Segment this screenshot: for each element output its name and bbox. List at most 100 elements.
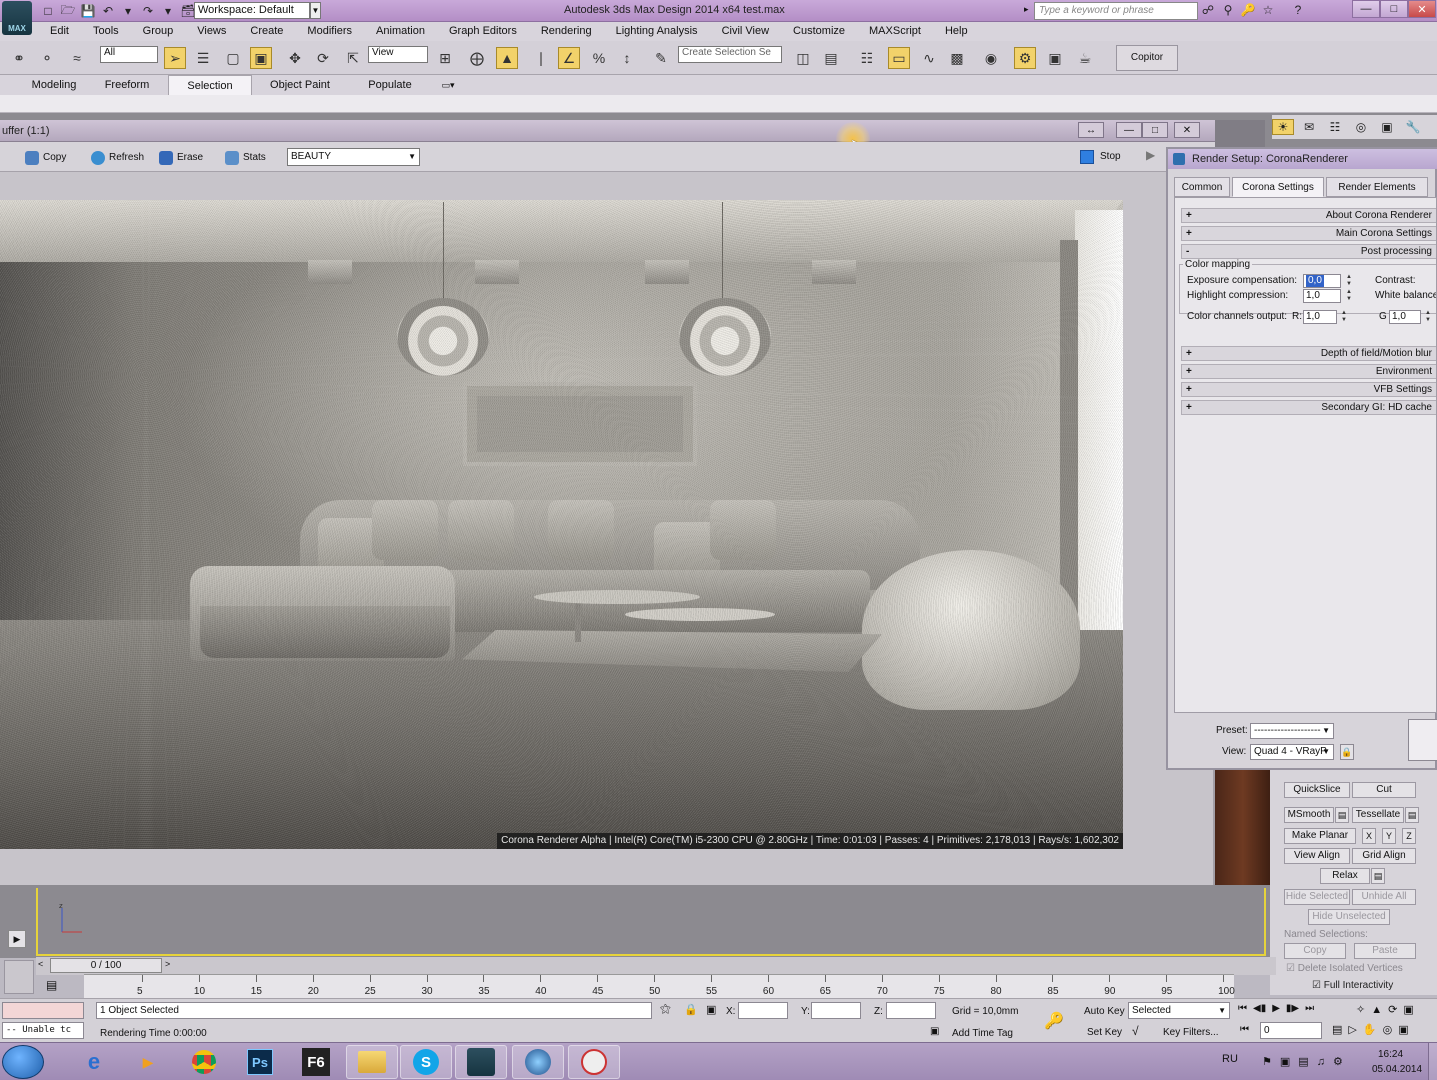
angle-snap-icon[interactable]: ∠ [558, 47, 580, 69]
unlink-icon[interactable]: ⚬ [36, 47, 58, 69]
taskbar-clock-app[interactable] [568, 1045, 620, 1079]
application-menu-button[interactable]: MAX [2, 1, 32, 35]
tab-common[interactable]: Common [1174, 177, 1230, 197]
modify-tab-icon[interactable]: ✉ [1298, 119, 1320, 135]
stats-button[interactable]: Stats [222, 148, 273, 166]
spinner-arrows-icon[interactable]: ▲ ▼ [1424, 310, 1432, 324]
antivirus-icon[interactable]: ⚙ [1333, 1055, 1343, 1068]
select-by-name-icon[interactable]: ☰ [192, 47, 214, 69]
ribbon-options-icon[interactable]: ▭▾ [436, 75, 460, 95]
rollout-post-processing[interactable]: - Post processing [1181, 244, 1436, 259]
undo-icon[interactable]: ↶ [100, 3, 116, 19]
render-button[interactable] [1408, 719, 1437, 761]
menu-lighting-analysis[interactable]: Lighting Analysis [604, 22, 710, 41]
rollout-depth-of-field[interactable]: + Depth of field/Motion blur [1181, 346, 1436, 361]
menu-modifiers[interactable]: Modifiers [295, 22, 364, 41]
current-frame-input[interactable]: 0 [1260, 1022, 1322, 1039]
relax-button[interactable]: Relax [1320, 868, 1370, 884]
toggle-ribbon-icon[interactable]: ▭ [888, 47, 910, 69]
rotate-icon[interactable]: ⟳ [312, 47, 334, 69]
time-tag-icon[interactable]: ▣ [930, 1026, 939, 1037]
highlight-input[interactable]: 1,0 [1303, 289, 1341, 303]
next-frame-icon[interactable]: ▮▶ [1286, 1003, 1299, 1014]
menu-group[interactable]: Group [131, 22, 186, 41]
open-file-icon[interactable]: 🗁 [60, 3, 76, 19]
rollout-main-corona-settings[interactable]: + Main Corona Settings [1181, 226, 1436, 241]
copy-button[interactable]: Copy [22, 148, 73, 166]
menu-edit[interactable]: Edit [38, 22, 81, 41]
key-mode-dropdown[interactable]: Selected ▼ [1128, 1002, 1230, 1019]
chevron-down-icon[interactable]: ▾ [120, 3, 136, 19]
render-setup-icon[interactable]: ⚙ [1014, 47, 1036, 69]
move-icon[interactable]: ✥ [284, 47, 306, 69]
refresh-button[interactable]: Refresh [88, 148, 151, 166]
mirror-icon[interactable]: ◫ [792, 47, 814, 69]
pan-icon[interactable]: ✋ [1363, 1023, 1377, 1036]
spinner-arrows-icon[interactable]: ▲ ▼ [1345, 289, 1353, 303]
delete-isolated-checkbox[interactable]: ☑ Delete Isolated Vertices [1286, 963, 1403, 974]
taskbar-internet-explorer[interactable]: e [68, 1045, 120, 1079]
link-icon[interactable]: ⚭ [8, 47, 30, 69]
menu-maxscript[interactable]: MAXScript [857, 22, 933, 41]
workspace-dropdown[interactable]: Workspace: Default [194, 2, 310, 19]
percent-snap-icon[interactable]: % [588, 47, 610, 69]
snaps-toggle-icon[interactable]: ∣ [530, 47, 552, 69]
rectangular-selection-icon[interactable]: ▢ [222, 47, 244, 69]
network-icon[interactable]: ▤ [1298, 1055, 1308, 1068]
minimize-button[interactable]: — [1352, 0, 1380, 18]
rendered-frame-window-icon[interactable]: ▣ [1044, 47, 1066, 69]
previous-frame-icon[interactable]: ◀▮ [1253, 1003, 1266, 1014]
chevron-right-icon[interactable]: ▸ [1024, 4, 1029, 15]
view-align-button[interactable]: View Align [1284, 848, 1350, 864]
spinner-arrows-icon[interactable]: ▲ ▼ [1340, 310, 1348, 324]
maximize-button[interactable]: □ [1380, 0, 1408, 18]
frame-buffer-close-button[interactable]: ✕ [1174, 122, 1200, 138]
edit-named-selection-icon[interactable]: ✎ [650, 47, 672, 69]
cut-button[interactable]: Cut [1352, 782, 1416, 798]
render-image[interactable]: Corona Renderer Alpha | Intel(R) Core(TM… [0, 200, 1123, 849]
volume-icon[interactable]: ♫ [1317, 1056, 1325, 1068]
walk-through-icon[interactable]: ◎ [1383, 1023, 1393, 1036]
exposure-input[interactable]: 0,0 [1303, 274, 1341, 288]
y-coord-input[interactable] [811, 1002, 861, 1019]
curve-editor-icon[interactable]: ∿ [918, 47, 940, 69]
time-slider[interactable]: 0 / 100 [50, 958, 162, 973]
copitor-button[interactable]: Copitor [1116, 45, 1178, 71]
tessellate-button[interactable]: Tessellate [1352, 807, 1404, 823]
taskbar-photoshop[interactable]: Ps [234, 1045, 286, 1079]
taskbar-chrome[interactable] [178, 1045, 230, 1079]
frame-buffer-minimize-button[interactable]: — [1116, 122, 1142, 138]
taskbar-3dsmax[interactable] [455, 1045, 507, 1079]
zoom-all-icon[interactable]: ▲ [1371, 1004, 1382, 1016]
render-production-icon[interactable]: ☕ [1074, 47, 1096, 69]
render-setup-title[interactable]: Render Setup: CoronaRenderer [1168, 149, 1437, 169]
maxscript-input[interactable] [2, 1002, 84, 1019]
communication-center-icon[interactable]: ⚲ [1220, 2, 1236, 18]
chevron-down-icon[interactable]: ▾ [160, 3, 176, 19]
menu-customize[interactable]: Customize [781, 22, 857, 41]
motion-tab-icon[interactable]: ◎ [1350, 119, 1372, 135]
subscription-icon[interactable]: 🔑 [1240, 2, 1256, 18]
key-mode-toggle-icon[interactable]: ⏮ [1240, 1024, 1249, 1035]
layer-manager-icon[interactable]: ☷ [856, 47, 878, 69]
taskbar-time[interactable]: 16:24 [1378, 1049, 1403, 1060]
spinner-arrows-icon[interactable]: ▲ ▼ [1345, 274, 1353, 288]
planar-z-button[interactable]: Z [1402, 828, 1416, 844]
ribbon-tab-modeling[interactable]: Modeling [20, 75, 88, 95]
g-channel-input[interactable]: 1,0 [1389, 310, 1421, 324]
select-manipulate-icon[interactable]: ⨁ [466, 47, 488, 69]
tab-render-elements[interactable]: Render Elements [1326, 177, 1428, 197]
rollout-about-corona[interactable]: + About Corona Renderer [1181, 208, 1436, 223]
taskbar-media-player[interactable]: ▶ [122, 1045, 174, 1079]
menu-create[interactable]: Create [238, 22, 295, 41]
bind-space-warp-icon[interactable]: ≈ [66, 47, 88, 69]
flag-icon[interactable]: ⚑ [1262, 1055, 1272, 1068]
field-of-view-icon[interactable]: ▷ [1348, 1023, 1356, 1036]
rollout-environment[interactable]: + Environment [1181, 364, 1436, 379]
make-planar-button[interactable]: Make Planar [1284, 828, 1356, 844]
mini-curve-editor-icon[interactable]: ▤ [46, 978, 57, 992]
menu-graph-editors[interactable]: Graph Editors [437, 22, 529, 41]
spinner-snap-icon[interactable]: ↕ [616, 47, 638, 69]
window-crossing-icon[interactable]: ▣ [250, 47, 272, 69]
time-next-icon[interactable]: > [165, 959, 170, 969]
